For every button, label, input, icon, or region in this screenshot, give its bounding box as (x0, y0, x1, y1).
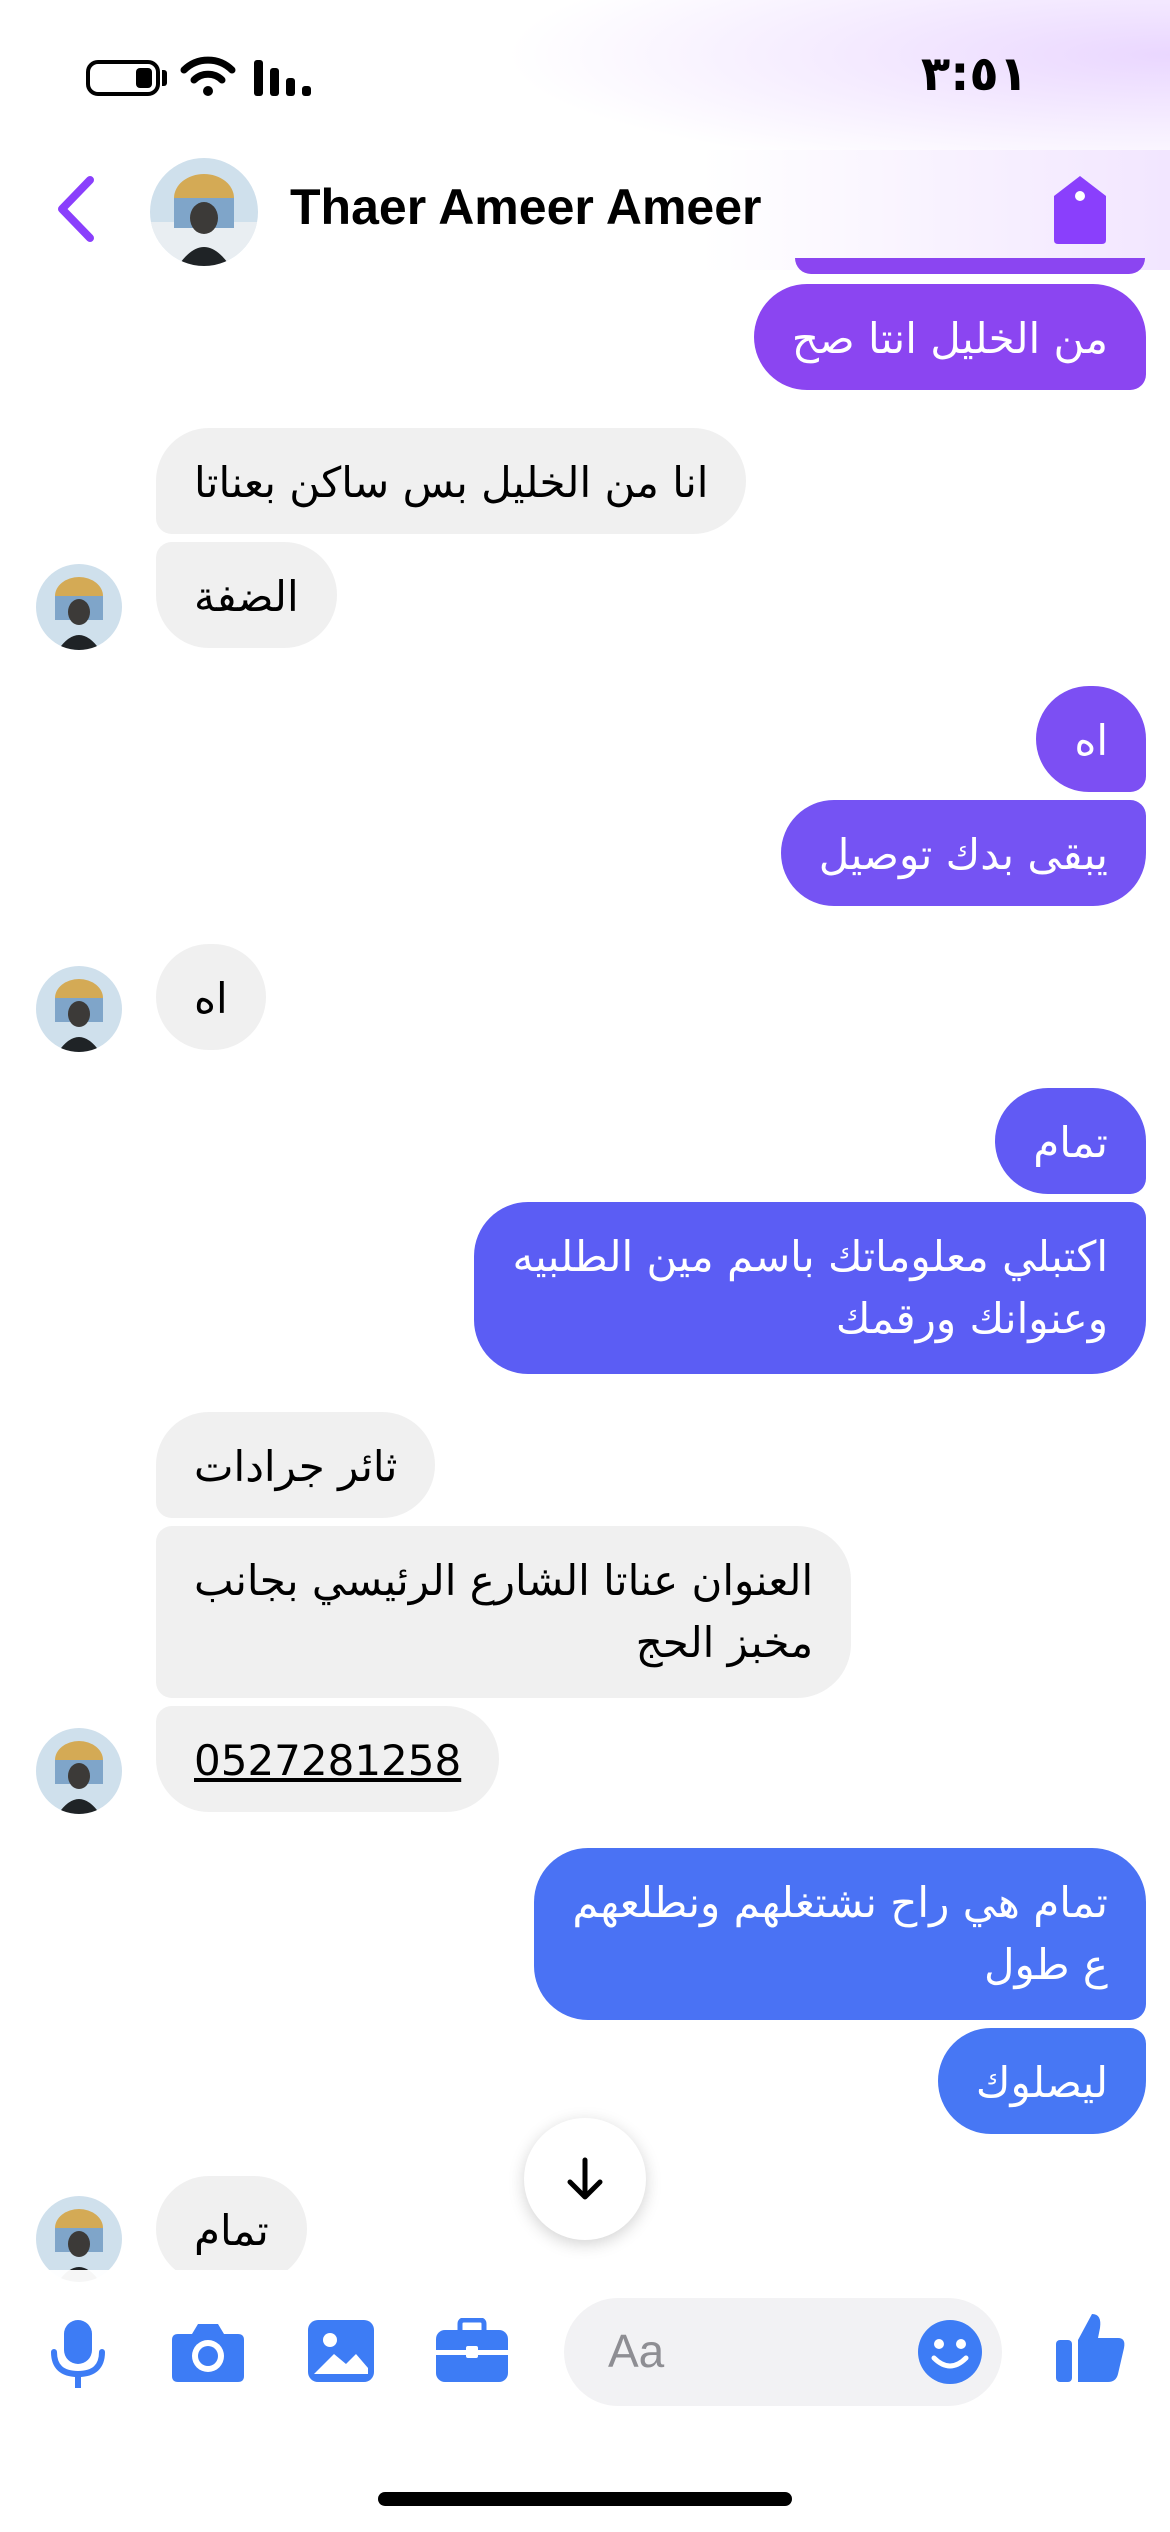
thumbs-up-icon[interactable] (1054, 2310, 1128, 2384)
message-incoming[interactable]: ثائر جرادات (156, 1412, 436, 1518)
message-outgoing[interactable]: من الخليل انتا صح (753, 284, 1146, 390)
home-indicator (378, 2492, 792, 2506)
microphone-icon[interactable] (48, 2318, 108, 2392)
message-outgoing[interactable]: تمام (995, 1088, 1146, 1194)
message-outgoing[interactable]: اكتبلي معلوماتك باسم مين الطلبيه وعنوانك… (474, 1202, 1146, 1374)
message-incoming[interactable]: تمام (156, 2176, 307, 2282)
message-outgoing[interactable]: ليصلوك (937, 2028, 1146, 2134)
chat-header: Thaer Ameer Ameer (0, 150, 1170, 270)
battery-icon (86, 60, 160, 96)
avatar[interactable] (36, 966, 122, 1052)
avatar[interactable] (36, 1728, 122, 1814)
composer-bar (0, 2270, 1170, 2532)
battery-tip (162, 70, 167, 86)
message-outgoing[interactable]: يبقى بدك توصيل (780, 800, 1146, 906)
tag-icon[interactable] (1048, 174, 1112, 246)
contact-name[interactable]: Thaer Ameer Ameer (290, 178, 762, 236)
camera-icon[interactable] (170, 2318, 246, 2384)
chevron-left-icon[interactable] (52, 174, 102, 244)
message-outgoing[interactable]: تمام هي راح نشتغلهم ونطلعهم ع طول (534, 1848, 1146, 2020)
briefcase-icon[interactable] (434, 2318, 510, 2384)
message-input-container[interactable] (564, 2298, 1002, 2406)
message-incoming[interactable]: العنوان عناتا الشارع الرئيسي بجانب مخبز … (156, 1526, 852, 1698)
message-incoming[interactable]: الضفة (156, 542, 337, 648)
signal-icon (254, 60, 311, 96)
status-bar: ٣:٥١ (0, 0, 1170, 150)
message-incoming[interactable]: اه (156, 944, 266, 1050)
message-input[interactable] (608, 2318, 898, 2384)
avatar[interactable] (150, 158, 258, 266)
wifi-icon (180, 56, 236, 96)
avatar[interactable] (36, 564, 122, 650)
message-outgoing[interactable]: اه (1036, 686, 1146, 792)
message-bubble-partial (795, 258, 1145, 274)
smiley-icon[interactable] (916, 2318, 984, 2386)
arrow-down-icon (567, 2157, 603, 2200)
status-time: ٣:٥١ (920, 46, 1028, 102)
message-incoming[interactable]: انا من الخليل بس ساكن بعناتا (156, 428, 747, 534)
phone-number-link[interactable]: 0527281258 (156, 1706, 500, 1812)
image-icon[interactable] (306, 2318, 376, 2384)
scroll-to-bottom-button[interactable] (524, 2118, 646, 2240)
